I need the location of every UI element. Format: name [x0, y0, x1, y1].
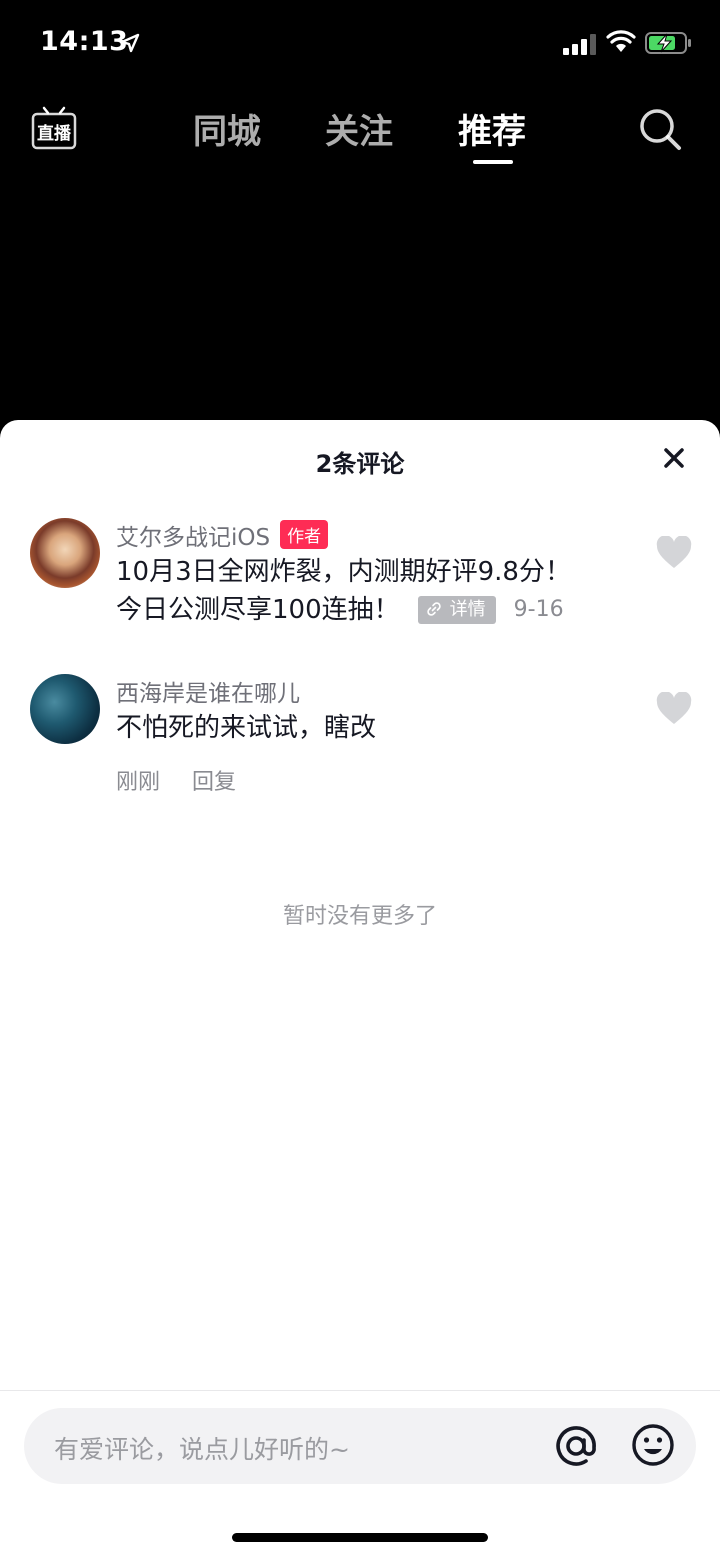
comment-text: 10月3日全网炸裂，内测期好评9.8分！ 今日公测尽享100连抽！ 详情 9-16 [116, 554, 571, 629]
comment-input[interactable]: 有爱评论，说点儿好听的~ [24, 1408, 696, 1484]
emoji-icon[interactable] [630, 1422, 676, 1468]
comment-username[interactable]: 艾尔多战记iOS [116, 525, 270, 551]
author-badge: 作者 [280, 520, 329, 549]
search-icon[interactable] [637, 106, 683, 152]
comment-item: 西海岸是谁在哪儿 不怕死的来试试，瞎改 刚刚 回复 [0, 674, 720, 796]
live-label: 直播 [37, 123, 72, 144]
comment-text-line-2: 今日公测尽享100连抽！ 详情 9-16 [116, 591, 571, 629]
link-icon [426, 602, 441, 616]
comment-item: 艾尔多战记iOS 作者 10月3日全网炸裂，内测期好评9.8分！ 今日公测尽享10… [0, 518, 720, 638]
comment-username-row: 艾尔多战记iOS 作者 [116, 518, 329, 552]
live-icon[interactable]: 直播 [30, 104, 78, 152]
tab-guanzhu[interactable]: 关注 [325, 104, 393, 153]
top-nav: 直播 同城 关注 推荐 [0, 90, 720, 180]
sheet-title: 2条评论 [315, 450, 405, 478]
no-more-text: 暂时没有更多了 [282, 904, 437, 929]
comment-text-line-2-content: 今日公测尽享100连抽！ [116, 595, 400, 625]
status-time: 14:13 [40, 26, 129, 57]
comment-text-line: 10月3日全网炸裂，内测期好评9.8分！ [116, 557, 571, 587]
comment-date: 9-16 [513, 597, 564, 622]
avatar[interactable] [30, 518, 100, 588]
like-heart-icon[interactable] [655, 536, 693, 570]
comments-sheet: 2条评论 艾尔多战记iOS 作者 10月3日全网炸裂，内测期好评9.8分！ 今日公… [0, 420, 720, 1559]
comment-input-placeholder: 有爱评论，说点儿好听的~ [54, 1435, 350, 1464]
close-icon[interactable] [658, 442, 690, 474]
tab-tongcheng[interactable]: 同城 [193, 104, 261, 153]
signal-icon [563, 34, 596, 55]
home-indicator [232, 1533, 488, 1542]
at-icon[interactable] [552, 1422, 600, 1470]
like-heart-icon[interactable] [655, 692, 693, 726]
status-bar: 14:13 [0, 0, 720, 90]
tab-tuijian[interactable]: 推荐 [458, 104, 526, 153]
comment-username[interactable]: 西海岸是谁在哪儿 [116, 674, 300, 708]
avatar[interactable] [30, 674, 100, 744]
battery-charging-icon [645, 32, 691, 54]
reply-button[interactable]: 回复 [192, 770, 236, 795]
detail-label: 详情 [449, 599, 486, 620]
comment-text: 不怕死的来试试，瞎改 [116, 713, 377, 743]
comment-time: 刚刚 [116, 770, 161, 795]
comment-meta: 刚刚 回复 [116, 764, 236, 796]
divider [0, 1390, 720, 1391]
detail-link-button[interactable]: 详情 [417, 596, 496, 624]
location-arrow-icon [120, 33, 140, 53]
active-tab-indicator [473, 160, 513, 164]
wifi-icon [606, 30, 636, 52]
